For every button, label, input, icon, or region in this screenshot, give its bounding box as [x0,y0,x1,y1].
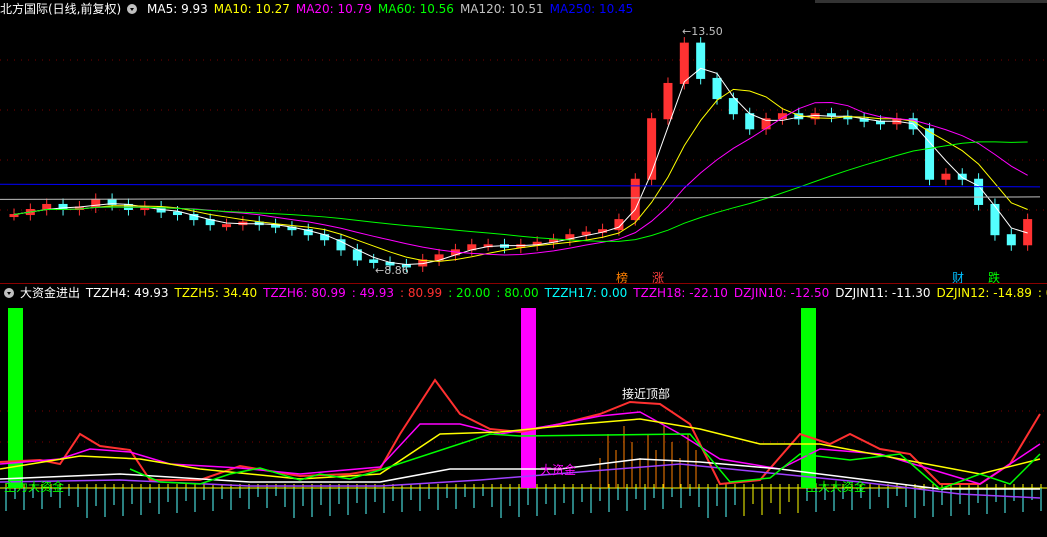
main-header: 北方国际(日线,前复权) MA5: 9.93 MA10: 10.27 MA20: 1… [0,0,645,18]
candle [369,259,379,263]
event-mark-1: 涨 [652,270,664,283]
candle [974,178,984,205]
fund-indicator-12: : 0.00 [1037,286,1047,300]
candle [728,98,738,115]
candle [581,231,591,236]
low-price-label: ←8.86 [375,264,409,277]
fund-indicator-5: : 20.00 [448,286,491,300]
candlestick-chart[interactable]: ←13.50 ←8.86 榜 涨 财 跌 [0,0,1047,283]
ma-indicator-1: MA10: 10.27 [213,2,290,16]
candle [696,42,706,79]
ma120-line [0,196,1041,200]
candle [990,203,1000,236]
fund-flow-indicator-chart[interactable]: 接近顶部主力大资金 大资金主大大资金 [0,284,1047,537]
fund-indicator-1: TZZH5: 34.40 [174,286,258,300]
ma10-line [13,88,1028,262]
candle [941,173,951,180]
candle [9,214,19,218]
candle [630,178,640,221]
fund-indicator-3: : 49.93 [351,286,394,300]
fund-indicator-8: TZZH18: -22.10 [633,286,728,300]
candle [222,224,232,228]
candle [663,82,673,120]
candle [745,113,755,130]
sub-header: 大资金进出 TZZH4: 49.93 TZZH5: 34.40 TZZH6: 80.… [0,284,1047,302]
event-mark-0: 榜 [616,270,628,283]
fund-indicator-4: : 80.99 [399,286,443,300]
fund-indicator-7: TZZH17: 0.00 [544,286,628,300]
ma20-line [13,101,1028,256]
fund-indicator-11: DZJIN12: -14.89 [936,286,1032,300]
candle [58,203,68,210]
sub-title: 大资金进出 [20,286,81,300]
main-chart-pane[interactable]: ←13.50 ←8.86 榜涨财跌 北方国际(日线,前复权) MA5: 9.93 MA… [0,0,1047,283]
event-mark-2: 财 [952,271,964,283]
main-title: 北方国际(日线,前复权) [0,2,122,16]
ma-indicator-2: MA20: 10.79 [295,2,372,16]
fund-indicator-2: TZZH6: 80.99 [263,286,346,300]
signal-bar-1 [521,308,536,488]
indicator-settings-gear-icon[interactable] [4,288,14,298]
high-price-label: ←13.50 [682,25,723,38]
line-magenta [0,411,1041,485]
big-fund-label-1: 主力大资金 [4,479,64,494]
fund-indicator-10: DZJIN11: -11.30 [835,286,931,300]
candle [925,128,935,180]
event-mark-3: 跌 [988,270,1000,283]
candle [647,118,657,180]
candle [712,77,722,100]
ma-indicator-list: MA5: 9.93 MA10: 10.27 MA20: 10.79 MA60: 10.… [147,2,639,16]
ma-indicator-5: MA250: 10.45 [549,2,634,16]
big-fund-label-2: 大资金 [540,462,576,477]
ma-indicator-4: MA120: 10.51 [459,2,544,16]
near-top-label: 接近顶部 [622,386,670,401]
settings-gear-icon[interactable] [127,4,138,14]
ma-indicator-3: MA60: 10.56 [377,2,454,16]
signal-bar-2 [801,308,816,488]
ma5-line [13,67,1028,265]
big-fund-label-3: 主大大资金 [806,479,866,494]
fund-indicator-6: : 80.00 [496,286,539,300]
fund-indicator-0: TZZH4: 49.93 [85,286,169,300]
indicator-pane[interactable]: 接近顶部 主力大资金 大资金 主大大资金 大资金进出 TZZH4: 49.93 TZZH… [0,284,1047,537]
ma250-line [0,183,1041,188]
ma60-line [13,141,1028,242]
fund-indicator-9: DZJIN10: -12.50 [733,286,830,300]
candle [679,42,689,84]
indicator-value-list: TZZH4: 49.93 TZZH5: 34.40 TZZH6: 80.99 : 49… [86,286,1047,300]
ma-indicator-0: MA5: 9.93 [147,2,208,16]
candle [1006,234,1016,246]
